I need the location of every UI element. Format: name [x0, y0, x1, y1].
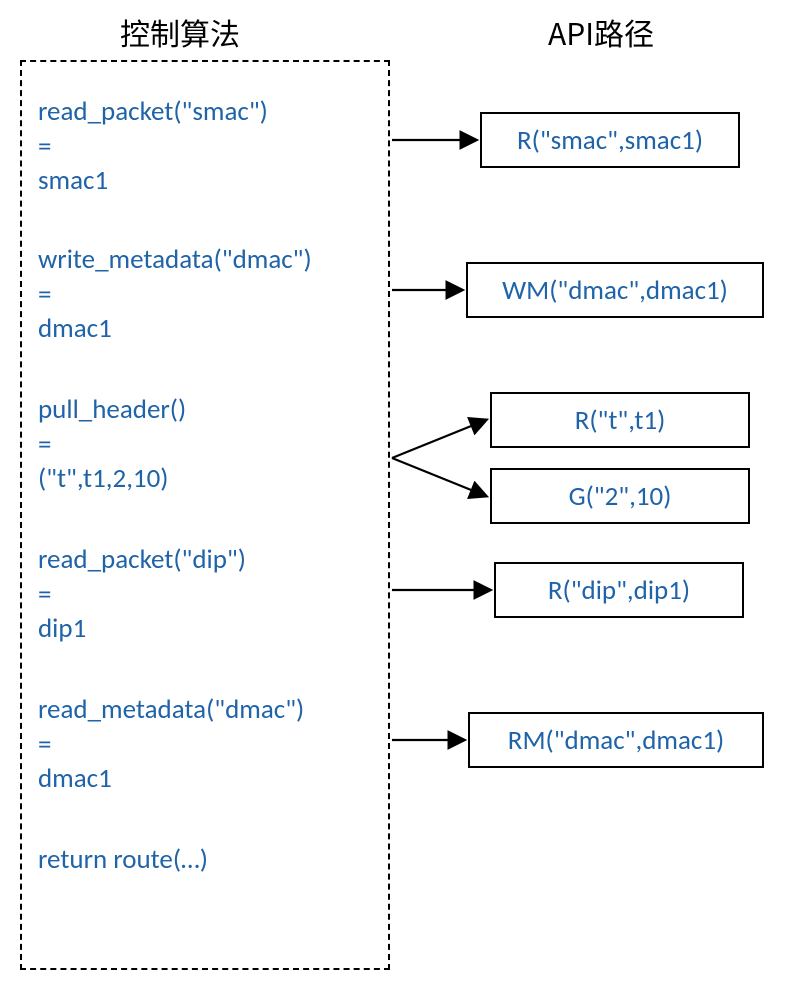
diagram-root: 控制算法 API路径 read_packet("smac") = smac1 w… [0, 0, 808, 1000]
right-column-title: API路径 [548, 10, 654, 54]
code-line: return route(…) [38, 843, 208, 876]
arrow-3a [392, 420, 486, 458]
code-line: ("t",t1,2,10) [38, 462, 169, 495]
code-line: dip1 [38, 612, 86, 645]
code-line: = [38, 428, 51, 461]
code-block-1: read_packet("smac") = smac1 [38, 95, 268, 199]
api-box-5: R("dip",dip1) [494, 562, 744, 618]
arrow-3b [392, 458, 486, 496]
code-block-4: read_packet("dip") = dip1 [38, 543, 246, 647]
code-line: write_metadata("dmac") [38, 243, 312, 276]
code-line: read_packet("dip") [38, 543, 246, 576]
code-line: read_metadata("dmac") [38, 693, 304, 726]
left-column-title: 控制算法 [120, 10, 240, 54]
code-line: dmac1 [38, 762, 112, 795]
code-line: dmac1 [38, 312, 112, 345]
code-block-5: read_metadata("dmac") = dmac1 [38, 693, 304, 797]
code-line: pull_header() [38, 393, 186, 426]
api-box-6: RM("dmac",dmac1) [468, 712, 764, 768]
code-line: = [38, 728, 51, 761]
code-line: = [38, 278, 51, 311]
api-box-4: G("2",10) [490, 468, 750, 524]
code-line: = [38, 578, 51, 611]
api-box-2: WM("dmac",dmac1) [466, 262, 764, 318]
code-line: smac1 [38, 164, 108, 197]
code-line: read_packet("smac") [38, 95, 268, 128]
code-block-3: pull_header() = ("t",t1,2,10) [38, 393, 186, 497]
code-block-6: return route(…) [38, 843, 208, 878]
api-box-3: R("t",t1) [490, 392, 750, 448]
code-block-2: write_metadata("dmac") = dmac1 [38, 243, 312, 347]
api-box-1: R("smac",smac1) [480, 112, 740, 168]
code-line: = [38, 130, 51, 163]
